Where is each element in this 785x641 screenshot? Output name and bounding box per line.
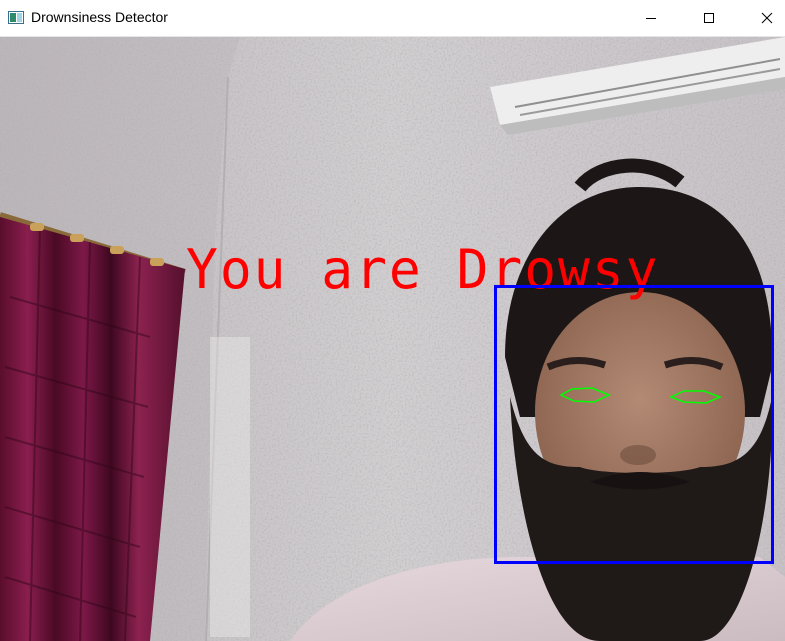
minimize-icon <box>646 18 656 19</box>
window-title: Drownsiness Detector <box>31 9 168 25</box>
webcam-feed: You are Drowsy <box>0 37 785 641</box>
face-detection-box <box>494 285 774 564</box>
app-window-icon <box>8 11 24 24</box>
right-eye-contour <box>669 390 723 404</box>
title-bar: Drownsiness Detector <box>0 0 785 37</box>
maximize-icon <box>704 13 714 23</box>
close-icon <box>761 12 773 24</box>
close-button[interactable] <box>744 0 785 36</box>
left-eye-contour <box>559 387 611 403</box>
minimize-button[interactable] <box>628 0 674 36</box>
maximize-button[interactable] <box>686 0 732 36</box>
